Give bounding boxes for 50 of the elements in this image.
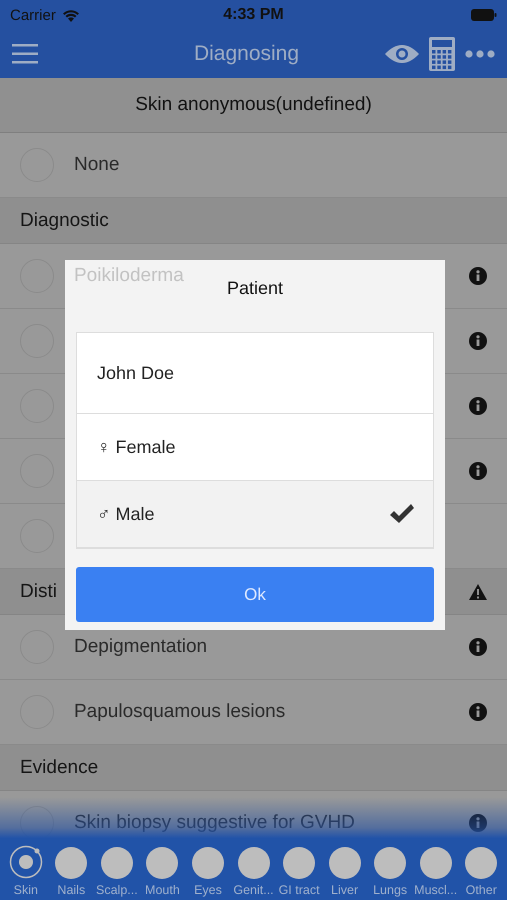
category-tab[interactable]: Eyes [185,847,231,897]
selected-dot-icon [8,845,43,879]
dot-icon [283,847,316,879]
dot-icon [238,847,270,879]
eye-icon[interactable] [385,44,419,64]
calculator-icon[interactable] [429,37,455,71]
category-tab[interactable]: Skin [3,845,49,897]
dot-icon [420,847,452,879]
section-title: Disti [20,580,57,602]
wifi-icon [62,8,80,22]
category-tab[interactable]: Other [458,847,504,897]
dot-icon [192,847,224,879]
option-label: Depigmentation [74,636,208,658]
menu-icon[interactable] [12,44,38,64]
section-title: Diagnostic [20,210,109,232]
more-icon[interactable] [465,50,495,58]
info-icon[interactable] [469,462,487,480]
category-tab[interactable]: Scalp... [94,847,140,897]
category-tab[interactable]: Nails [48,847,94,897]
info-icon[interactable] [469,397,487,415]
info-icon[interactable] [469,638,487,656]
dot-icon [328,847,361,879]
dialog-title: Patient [226,278,284,298]
category-tab[interactable]: GI tract [276,847,322,897]
dot-icon [374,847,406,879]
dot-icon [100,847,133,879]
category-tab[interactable]: Mouth [140,847,186,897]
carrier-label: Carrier [10,6,56,24]
page-heading: Skin anonymous(undefined) [135,94,372,116]
info-icon[interactable] [469,332,487,350]
category-tab[interactable]: Liver [322,847,368,897]
clock: 4:33 PM [223,6,284,24]
info-icon[interactable] [469,703,487,721]
name-option[interactable]: John Doe [77,333,433,414]
option-label: None [74,154,120,176]
category-tab[interactable]: Muscl... [412,847,458,897]
category-tab[interactable]: Lungs [367,847,413,897]
dot-icon [465,847,498,879]
section-title: Evidence [20,756,98,778]
screen-title: Diagnosing [192,42,300,66]
option-label: Skin biopsy suggestive for GVHD [74,812,356,834]
dot-icon [55,847,88,879]
info-icon[interactable] [469,267,487,285]
battery-icon [471,9,497,21]
info-icon[interactable] [469,814,487,832]
category-tab[interactable]: Genit... [230,847,276,897]
gender-option[interactable]: ♀ Female [77,414,433,481]
ok-button[interactable]: Ok [76,567,434,622]
dot-icon [146,847,178,879]
option-label: Papulosquamous lesions [74,701,286,723]
